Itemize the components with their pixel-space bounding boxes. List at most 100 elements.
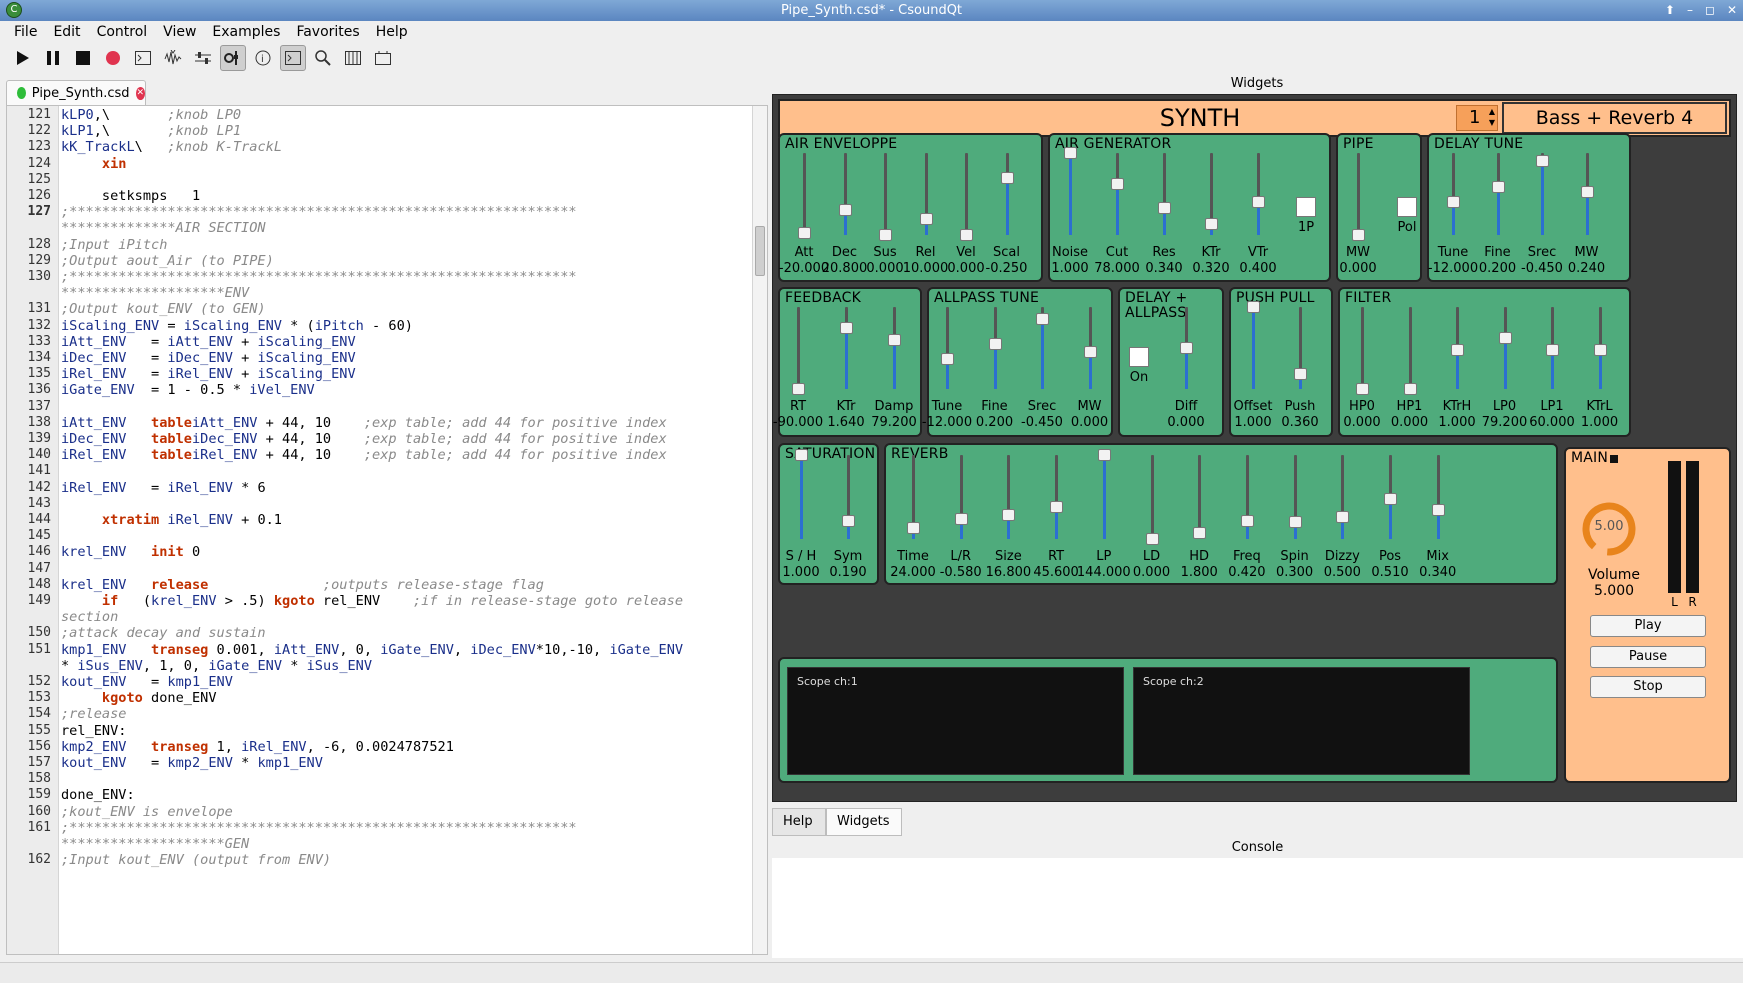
slider-track[interactable]	[797, 307, 800, 389]
slider-track[interactable]	[1163, 153, 1166, 235]
slider-track[interactable]	[965, 153, 968, 235]
slider-handle[interactable]	[1097, 449, 1111, 461]
slider-track[interactable]	[1408, 307, 1412, 389]
slider-handle[interactable]	[1252, 196, 1265, 209]
slider-track[interactable]	[1436, 455, 1440, 539]
scrollbar-thumb[interactable]	[755, 226, 765, 276]
play-icon[interactable]	[10, 45, 36, 71]
slider-track[interactable]	[800, 455, 803, 539]
tab-pipe-synth[interactable]: Pipe_Synth.csd ✕	[6, 80, 146, 105]
slider-handle[interactable]	[792, 383, 805, 395]
slider-handle[interactable]	[1593, 343, 1607, 356]
code-text-area[interactable]: kLP0,\ ;knob LP0 kLP1,\ ;knob LP1 kK_Track…	[61, 106, 751, 954]
slider-handle[interactable]	[1336, 511, 1350, 524]
slider-handle[interactable]	[842, 514, 855, 527]
play-button[interactable]: Play	[1590, 615, 1706, 637]
slider-track[interactable]	[1055, 455, 1059, 539]
slider-track[interactable]	[1007, 455, 1011, 539]
slider-track[interactable]	[1452, 153, 1455, 235]
slider-handle[interactable]	[1451, 343, 1464, 356]
slider-track[interactable]	[1341, 455, 1345, 539]
menu-help[interactable]: Help	[368, 24, 416, 40]
menu-view[interactable]: View	[155, 24, 204, 40]
slider-handle[interactable]	[888, 333, 901, 346]
slider-ktrl[interactable]: KTrL 1.000	[1576, 289, 1624, 439]
close-tab-icon[interactable]: ✕	[135, 86, 145, 100]
slider-track[interactable]	[959, 455, 963, 539]
slider-mix[interactable]: Mix 0.340	[1414, 445, 1462, 587]
slider-mw[interactable]: MW 0.240	[1563, 135, 1611, 284]
slider-handle[interactable]	[798, 226, 811, 239]
render-icon[interactable]	[160, 45, 186, 71]
pause-button[interactable]: Pause	[1590, 646, 1706, 668]
slider-handle[interactable]	[919, 212, 933, 225]
menu-favorites[interactable]: Favorites	[288, 24, 367, 40]
slider-sym[interactable]: Sym 0.190	[824, 445, 872, 587]
slider-track[interactable]	[843, 153, 847, 235]
stop-icon[interactable]	[70, 45, 96, 71]
slider-handle[interactable]	[1294, 368, 1307, 381]
menu-examples[interactable]: Examples	[204, 24, 288, 40]
slider-track[interactable]	[1069, 153, 1072, 235]
slider-mw[interactable]: MW 0.000	[1066, 289, 1114, 439]
editor-vertical-scrollbar[interactable]	[752, 106, 767, 954]
slider-track[interactable]	[1005, 153, 1009, 235]
tab-help[interactable]: Help	[772, 808, 826, 836]
slider-scal[interactable]: Scal -0.250	[983, 135, 1031, 284]
preset-name-display[interactable]: Bass + Reverb 4	[1502, 102, 1727, 134]
search-icon[interactable]	[310, 45, 336, 71]
slider-push[interactable]: Push 0.360	[1276, 289, 1324, 439]
slider-handle[interactable]	[1036, 313, 1049, 326]
stop-button[interactable]: Stop	[1590, 676, 1706, 698]
slider-handle[interactable]	[1447, 196, 1460, 209]
widgets-toggle-icon[interactable]	[220, 45, 246, 71]
menu-edit[interactable]: Edit	[45, 24, 88, 40]
slider-handle[interactable]	[840, 321, 853, 334]
slider-handle[interactable]	[1403, 383, 1417, 395]
slider-handle[interactable]	[1240, 514, 1254, 527]
slider-handle[interactable]	[1083, 346, 1097, 359]
menu-file[interactable]: File	[6, 24, 45, 40]
slider-handle[interactable]	[1002, 509, 1016, 522]
window-close-icon[interactable]: ✕	[1727, 0, 1737, 21]
slider-track[interactable]	[1102, 455, 1106, 539]
slider-handle[interactable]	[1536, 155, 1549, 168]
slider-handle[interactable]	[1580, 186, 1594, 199]
console-icon[interactable]	[280, 45, 306, 71]
slider-handle[interactable]	[988, 337, 1002, 350]
tab-widgets[interactable]: Widgets	[826, 808, 902, 836]
spinbox-arrows-icon[interactable]: ▲ ▼	[1489, 106, 1495, 128]
pause-icon[interactable]	[40, 45, 66, 71]
console-output[interactable]	[772, 858, 1743, 958]
slider-handle[interactable]	[1498, 332, 1512, 345]
slider-handle[interactable]	[960, 229, 973, 241]
slider-track[interactable]	[803, 153, 806, 235]
slider-track[interactable]	[946, 307, 949, 389]
slider-track[interactable]	[1357, 153, 1360, 235]
slider-handle[interactable]	[907, 522, 920, 535]
slider-handle[interactable]	[1384, 492, 1397, 505]
checkbox-on[interactable]	[1129, 347, 1149, 367]
slider-handle[interactable]	[838, 204, 852, 217]
slider-track[interactable]	[1257, 153, 1260, 235]
live-events-icon[interactable]	[370, 45, 396, 71]
virtual-keyboard-icon[interactable]	[340, 45, 366, 71]
slider-track[interactable]	[893, 307, 896, 389]
window-minimize-icon[interactable]: –	[1687, 0, 1693, 21]
checkbox-pol[interactable]	[1397, 197, 1417, 217]
preset-number-spinbox[interactable]: 1 ▲ ▼	[1456, 105, 1498, 131]
slider-handle[interactable]	[1064, 147, 1077, 159]
slider-track[interactable]	[1361, 307, 1364, 389]
slider-handle[interactable]	[1050, 501, 1064, 514]
slider-handle[interactable]	[879, 229, 892, 241]
slider-track[interactable]	[1116, 153, 1119, 235]
slider-handle[interactable]	[1000, 171, 1014, 184]
slider-handle[interactable]	[1352, 229, 1365, 241]
run-terminal-icon[interactable]	[130, 45, 156, 71]
slider-track[interactable]	[1252, 307, 1255, 389]
slider-track[interactable]	[1150, 455, 1154, 539]
menu-control[interactable]: Control	[89, 24, 156, 40]
slider-mw[interactable]: MW 0.000	[1334, 135, 1382, 284]
slider-handle[interactable]	[954, 512, 968, 525]
slider-handle[interactable]	[1158, 201, 1171, 214]
